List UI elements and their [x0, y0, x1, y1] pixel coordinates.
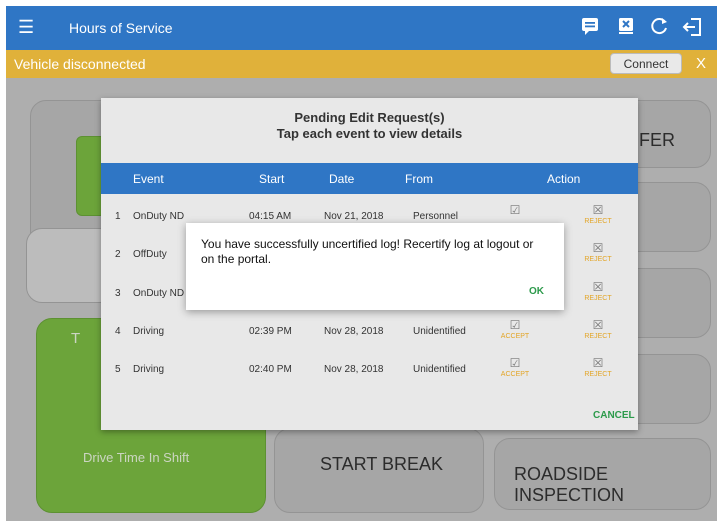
row-number: 3 [115, 288, 121, 299]
uncertified-alert-dialog: You have successfully uncertified log! R… [186, 223, 564, 310]
column-from: From [405, 172, 433, 186]
table-row[interactable]: 5 Driving 02:40 PM Nov 28, 2018 Unidenti… [101, 350, 638, 389]
dialog-subtitle: Tap each event to view details [276, 126, 463, 141]
app-frame: ☰ Hours of Service Vehicle disconnected … [6, 6, 717, 521]
refresh-icon[interactable] [650, 16, 672, 38]
alert-message: You have successfully uncertified log! R… [201, 237, 534, 266]
row-from: Personnel [413, 211, 459, 222]
accept-icon: ☑ [509, 356, 521, 370]
row-event: OffDuty [133, 249, 167, 260]
column-date: Date [329, 172, 355, 186]
accept-button[interactable]: ☑ ACCEPT [495, 357, 535, 378]
reject-icon: ☒ [592, 318, 604, 332]
reject-icon: ☒ [592, 280, 604, 294]
uncertify-icon[interactable] [616, 16, 638, 38]
accept-icon: ☑ [509, 203, 521, 217]
row-event: Driving [133, 326, 165, 337]
row-number: 4 [115, 326, 121, 337]
ok-button[interactable]: OK [529, 286, 544, 297]
reject-button[interactable]: ☒ REJECT [578, 319, 618, 340]
row-from: Unidentified [413, 326, 466, 337]
row-number: 5 [115, 364, 121, 375]
column-start: Start [259, 172, 285, 186]
row-start: 02:40 PM [249, 364, 292, 375]
row-event: OnDuty ND [133, 211, 185, 222]
row-date: Nov 28, 2018 [324, 326, 384, 337]
row-from: Unidentified [413, 364, 466, 375]
column-event: Event [133, 172, 164, 186]
row-event: Driving [133, 364, 165, 375]
table-header: Event Start Date From Action [101, 163, 638, 194]
logout-icon[interactable] [682, 16, 704, 38]
accept-button[interactable]: ☑ ACCEPT [495, 319, 535, 340]
message-icon[interactable] [580, 16, 602, 38]
row-start: 04:15 AM [249, 211, 292, 222]
vehicle-status-banner: Vehicle disconnected Connect X [6, 50, 717, 78]
cancel-button[interactable]: CANCEL [593, 410, 635, 421]
accept-button[interactable]: ☑ [495, 204, 535, 218]
reject-button[interactable]: ☒ REJECT [578, 204, 618, 225]
accept-icon: ☑ [509, 318, 521, 332]
dialog-title: Pending Edit Request(s) [294, 110, 445, 125]
banner-message: Vehicle disconnected [14, 56, 146, 72]
reject-icon: ☒ [592, 203, 604, 217]
connect-button[interactable]: Connect [610, 53, 682, 74]
row-number: 2 [115, 249, 121, 260]
row-date: Nov 28, 2018 [324, 364, 384, 375]
row-date: Nov 21, 2018 [324, 211, 384, 222]
reject-button[interactable]: ☒ REJECT [578, 281, 618, 302]
menu-icon[interactable]: ☰ [18, 17, 34, 37]
reject-button[interactable]: ☒ REJECT [578, 357, 618, 378]
row-number: 1 [115, 211, 121, 222]
reject-button[interactable]: ☒ REJECT [578, 242, 618, 263]
reject-icon: ☒ [592, 356, 604, 370]
row-event: OnDuty ND [133, 288, 185, 299]
close-banner-button[interactable]: X [696, 55, 706, 72]
column-action: Action [547, 172, 581, 186]
top-app-bar: ☰ Hours of Service [6, 6, 717, 50]
row-start: 02:39 PM [249, 326, 292, 337]
reject-icon: ☒ [592, 241, 604, 255]
page-title: Hours of Service [69, 20, 173, 36]
table-row[interactable]: 4 Driving 02:39 PM Nov 28, 2018 Unidenti… [101, 312, 638, 351]
